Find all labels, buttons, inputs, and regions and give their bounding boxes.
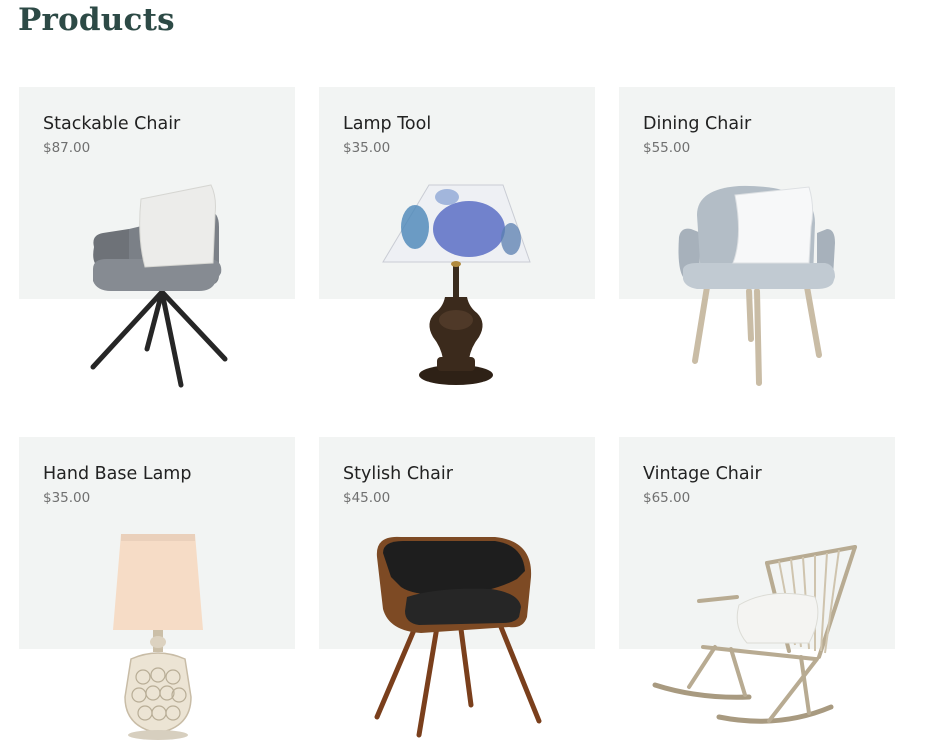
crystal-lamp-icon[interactable] [19, 437, 295, 755]
rocking-chair-icon[interactable] [619, 437, 895, 755]
product-card-dining-chair[interactable]: Dining Chair $55.00 [619, 87, 895, 417]
product-card-vintage-chair[interactable]: Vintage Chair $65.00 [619, 437, 895, 755]
stackable-chair-icon[interactable] [19, 87, 295, 417]
stylish-chair-icon[interactable] [319, 437, 595, 755]
table-lamp-icon[interactable] [319, 87, 595, 417]
product-card-stackable-chair[interactable]: Stackable Chair $87.00 [19, 87, 295, 417]
product-card-lamp-tool[interactable]: Lamp Tool $35.00 [319, 87, 595, 417]
product-card-stylish-chair[interactable]: Stylish Chair $45.00 [319, 437, 595, 755]
page-title: Products [18, 2, 175, 38]
dining-chair-icon[interactable] [619, 87, 895, 417]
product-card-hand-base-lamp[interactable]: Hand Base Lamp $35.00 [19, 437, 295, 755]
